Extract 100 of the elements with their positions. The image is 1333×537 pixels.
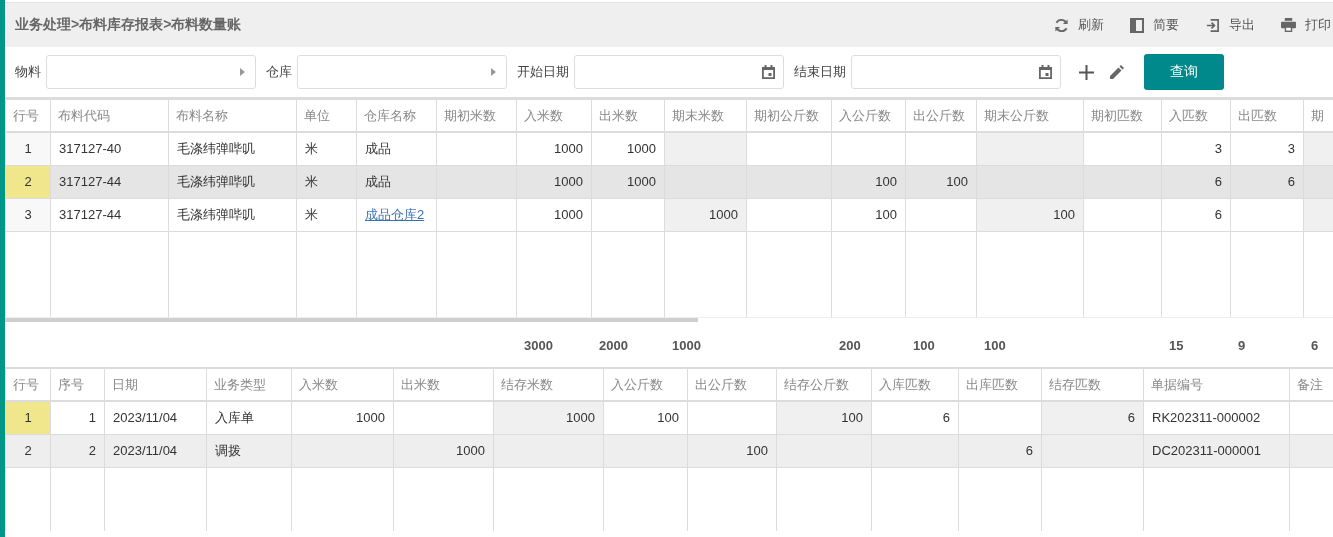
toolbar-button[interactable]: 导出 — [1205, 16, 1255, 34]
table-cell: 6 — [1161, 198, 1231, 231]
print-icon — [1281, 18, 1296, 32]
table-cell: 1000 — [591, 165, 665, 198]
column-header[interactable]: 单位 — [296, 99, 357, 132]
total-cell-text: 1000 — [671, 336, 702, 355]
table-cell: 米 — [296, 132, 357, 165]
scrollbar-thumb[interactable] — [5, 318, 698, 322]
query-button[interactable]: 查询 — [1144, 54, 1224, 90]
table-cell: 调拨 — [206, 434, 292, 467]
table-cell: 1000 — [591, 132, 665, 165]
column-header[interactable]: 出库匹数 — [958, 368, 1042, 401]
column-header[interactable]: 期初米数 — [436, 99, 517, 132]
column-header[interactable]: 出米数 — [591, 99, 665, 132]
breadcrumb: 业务处理>布料库存报表>布料数量账 — [15, 16, 242, 34]
table-cell: 6 — [958, 434, 1042, 467]
toolbar-button[interactable]: 简要 — [1130, 16, 1179, 34]
table-cell: 1000 — [516, 165, 592, 198]
toolbar-button[interactable]: 刷新 — [1054, 16, 1104, 34]
table-cell: 1000 — [516, 198, 592, 231]
add-icon[interactable] — [1079, 64, 1094, 80]
select-field[interactable] — [46, 55, 256, 89]
column-header[interactable]: 出匹数 — [1230, 99, 1304, 132]
column-header[interactable]: 序号 — [50, 368, 105, 401]
column-header[interactable]: 入米数 — [291, 368, 394, 401]
table-cell: 毛涤纬弹哔叽 — [168, 132, 297, 165]
table-cell: 317127-44 — [50, 198, 169, 231]
column-header[interactable]: 单据编号 — [1143, 368, 1290, 401]
caret-icon — [240, 68, 245, 76]
column-header[interactable]: 布料名称 — [168, 99, 297, 132]
table-cell: 6 — [871, 401, 959, 434]
calendar-icon — [762, 65, 775, 79]
filter-label: 结束日期 — [794, 63, 846, 81]
select-field[interactable] — [297, 55, 507, 89]
table-cell: 成品 — [356, 132, 437, 165]
date-field[interactable] — [574, 55, 784, 89]
table-cell: 100 — [776, 401, 872, 434]
table-cell: 毛涤纬弹哔叽 — [168, 165, 297, 198]
table-cell: 米 — [296, 165, 357, 198]
table-cell: 100 — [831, 165, 906, 198]
table-cell: 3 — [1230, 132, 1304, 165]
table-cell: 毛涤纬弹哔叽 — [168, 198, 297, 231]
table-cell: 6 — [1161, 165, 1231, 198]
table-cell: 入库单 — [206, 401, 292, 434]
total-cell-text: 9 — [1237, 336, 1247, 355]
column-header[interactable]: 入库匹数 — [871, 368, 959, 401]
date-field[interactable] — [851, 55, 1061, 89]
table-cell: 100 — [687, 434, 777, 467]
column-header[interactable]: 仓库名称 — [356, 99, 437, 132]
table-cell: 1000 — [393, 434, 494, 467]
total-cell-text: 200 — [838, 336, 862, 355]
column-header[interactable]: 业务类型 — [206, 368, 292, 401]
table-cell: 100 — [831, 198, 906, 231]
total-cell-text: 6 — [1310, 336, 1320, 355]
table-cell: 1000 — [291, 401, 394, 434]
column-header[interactable]: 出公斤数 — [905, 99, 977, 132]
row-number: 1 — [5, 401, 51, 434]
caret-icon — [491, 68, 496, 76]
table-cell: 100 — [905, 165, 977, 198]
table-cell: 1 — [50, 401, 105, 434]
table-cell: 1000 — [493, 401, 604, 434]
toolbar-button[interactable]: 打印 — [1281, 16, 1331, 34]
column-header[interactable]: 入匹数 — [1161, 99, 1231, 132]
table-cell: 6 — [1041, 401, 1144, 434]
row-number: 2 — [5, 165, 51, 198]
calendar-icon — [1039, 65, 1052, 79]
filter-label: 仓库 — [266, 63, 292, 81]
total-cell-text: 100 — [912, 336, 936, 355]
refresh-icon — [1054, 17, 1069, 33]
table-cell: 2023/11/04 — [104, 434, 207, 467]
filter-label: 物料 — [15, 63, 41, 81]
row-number: 3 — [5, 198, 51, 231]
column-header[interactable]: 日期 — [104, 368, 207, 401]
column-header[interactable]: 备注 — [1289, 368, 1333, 401]
table-cell: 317127-44 — [50, 165, 169, 198]
total-cell-text: 2000 — [598, 336, 629, 355]
column-header[interactable]: 入公斤数 — [603, 368, 688, 401]
table-cell: 1000 — [516, 132, 592, 165]
table-cell: 2023/11/04 — [104, 401, 207, 434]
table-cell: 1000 — [664, 198, 747, 231]
table-cell: 成品 — [356, 165, 437, 198]
row-number: 1 — [5, 132, 51, 165]
column-header[interactable]: 期初匹数 — [1083, 99, 1162, 132]
table-cell: RK202311-000002 — [1143, 401, 1290, 434]
table-cell: 3 — [1161, 132, 1231, 165]
pencil-icon[interactable] — [1110, 65, 1124, 79]
total-cell-text: 100 — [983, 336, 1007, 355]
column-header[interactable]: 入公斤数 — [831, 99, 906, 132]
table-cell: 米 — [296, 198, 357, 231]
column-header[interactable]: 期初公斤数 — [746, 99, 832, 132]
table-cell: DC202311-000001 — [1143, 434, 1290, 467]
filter-label: 开始日期 — [517, 63, 569, 81]
table-cell: 317127-40 — [50, 132, 169, 165]
table-cell: 6 — [1230, 165, 1304, 198]
table-cell: 2 — [50, 434, 105, 467]
total-cell-text: 15 — [1168, 336, 1185, 355]
column-header[interactable]: 出米数 — [393, 368, 494, 401]
column-header[interactable]: 出公斤数 — [687, 368, 777, 401]
column-header[interactable]: 布料代码 — [50, 99, 169, 132]
column-header[interactable]: 入米数 — [516, 99, 592, 132]
